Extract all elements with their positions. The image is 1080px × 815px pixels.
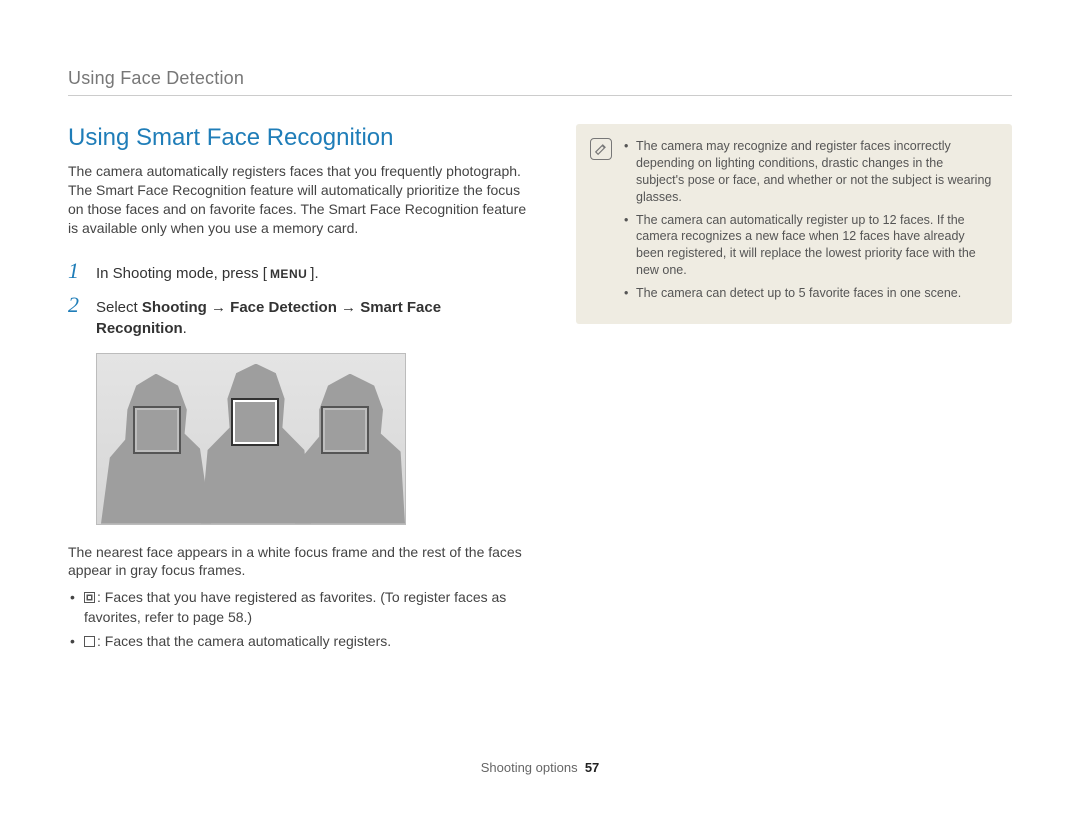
legend-text: : Faces that you have registered as favo… bbox=[84, 589, 506, 625]
step-prefix: In Shooting mode, press [ bbox=[96, 265, 267, 282]
section-title: Using Smart Face Recognition bbox=[68, 124, 528, 152]
step-2: 2 Select Shooting → Face Detection → Sma… bbox=[68, 294, 528, 339]
person-silhouette bbox=[201, 364, 311, 524]
auto-face-frame-icon bbox=[84, 636, 95, 647]
legend-auto: : Faces that the camera automatically re… bbox=[68, 632, 528, 652]
steps-list: 1 In Shooting mode, press [MENU]. 2 Sele… bbox=[68, 260, 528, 339]
face-focus-frame-white bbox=[233, 400, 277, 444]
footer-section: Shooting options bbox=[481, 760, 578, 775]
step-text: In Shooting mode, press [MENU]. bbox=[96, 263, 319, 284]
intro-paragraph: The camera automatically registers faces… bbox=[68, 162, 528, 238]
step-number: 1 bbox=[68, 260, 84, 282]
left-column: Using Smart Face Recognition The camera … bbox=[68, 124, 528, 655]
page-footer: Shooting options 57 bbox=[0, 760, 1080, 775]
note-item: The camera may recognize and register fa… bbox=[624, 138, 994, 206]
note-item: The camera can automatically register up… bbox=[624, 212, 994, 280]
note-box: The camera may recognize and register fa… bbox=[576, 124, 1012, 324]
figure-caption: The nearest face appears in a white focu… bbox=[68, 543, 528, 581]
page-number: 57 bbox=[585, 760, 599, 775]
step-prefix: Select bbox=[96, 299, 142, 316]
breadcrumb: Using Face Detection bbox=[68, 68, 1012, 96]
note-item: The camera can detect up to 5 favorite f… bbox=[624, 285, 994, 302]
face-focus-frame-gray bbox=[323, 408, 367, 452]
step-bold-path: Shooting → Face Detection → Smart Face R… bbox=[96, 299, 441, 337]
example-screenshot bbox=[96, 353, 406, 525]
face-focus-frame-gray bbox=[135, 408, 179, 452]
right-column: The camera may recognize and register fa… bbox=[576, 124, 1012, 655]
step-suffix: ]. bbox=[310, 265, 318, 282]
step-suffix: . bbox=[183, 320, 187, 337]
legend-list: : Faces that you have registered as favo… bbox=[68, 588, 528, 651]
step-text: Select Shooting → Face Detection → Smart… bbox=[96, 297, 528, 339]
step-number: 2 bbox=[68, 294, 84, 316]
note-pencil-icon bbox=[590, 138, 612, 160]
menu-button-label: MENU bbox=[267, 265, 310, 284]
step-1: 1 In Shooting mode, press [MENU]. bbox=[68, 260, 528, 284]
legend-favorite: : Faces that you have registered as favo… bbox=[68, 588, 528, 627]
legend-text: : Faces that the camera automatically re… bbox=[97, 633, 391, 649]
favorite-face-frame-icon bbox=[84, 592, 95, 603]
